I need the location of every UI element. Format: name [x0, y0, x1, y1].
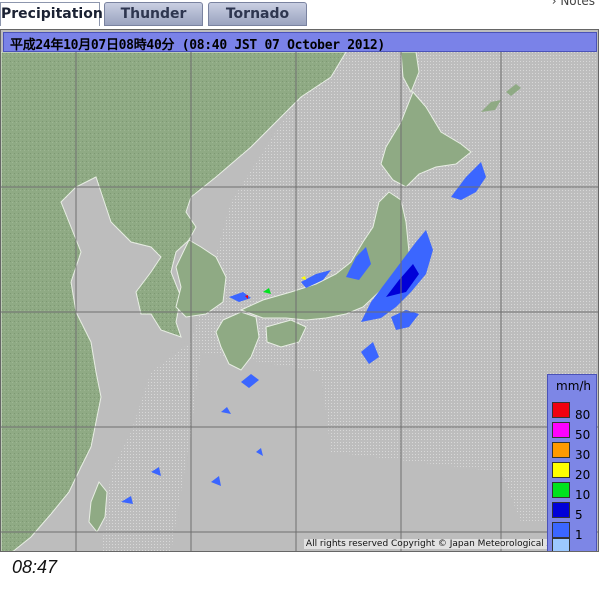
- legend-row: 80: [552, 401, 596, 422]
- legend-swatch: [552, 482, 570, 498]
- legend-row: 50: [552, 421, 596, 442]
- tab-thunder[interactable]: Thunder: [104, 2, 203, 26]
- legend-swatch: [552, 462, 570, 478]
- legend-swatch: [552, 442, 570, 458]
- legend-row: 30: [552, 441, 596, 462]
- precipitation-map: [1, 52, 598, 551]
- legend-swatch: [552, 422, 570, 438]
- precipitation-legend: mm/h 80 50 30 20 10 5 1: [547, 374, 597, 551]
- map-title-bar: 平成24年10月07日08時40分 (08:40 JST 07 October …: [3, 32, 597, 53]
- tab-tornado[interactable]: Tornado: [208, 2, 307, 26]
- legend-swatch: [552, 538, 570, 551]
- product-tabs: Precipitation Thunder Tornado › Notes: [0, 0, 599, 28]
- tab-precipitation[interactable]: Precipitation: [0, 2, 103, 26]
- legend-label: 20: [575, 468, 591, 482]
- legend-label: 30: [575, 448, 591, 462]
- legend-unit: mm/h: [556, 379, 592, 393]
- legend-label: 10: [575, 488, 591, 502]
- notes-link[interactable]: › Notes: [552, 0, 595, 8]
- legend-row: [552, 537, 596, 551]
- legend-label: 80: [575, 408, 591, 422]
- legend-label: 5: [575, 508, 583, 522]
- current-time: 08:47: [12, 557, 58, 577]
- legend-swatch: [552, 502, 570, 518]
- copyright-credit: All rights reserved Copyright © Japan Me…: [303, 539, 582, 549]
- legend-row: 5: [552, 501, 596, 522]
- map-title: 平成24年10月07日08時40分 (08:40 JST 07 October …: [10, 38, 385, 53]
- radar-map-panel: 平成24年10月07日08時40分 (08:40 JST 07 October …: [0, 29, 599, 552]
- legend-swatch: [552, 402, 570, 418]
- legend-row: 10: [552, 481, 596, 502]
- legend-row: 20: [552, 461, 596, 482]
- legend-label: 50: [575, 428, 591, 442]
- legend-swatch: [552, 522, 570, 538]
